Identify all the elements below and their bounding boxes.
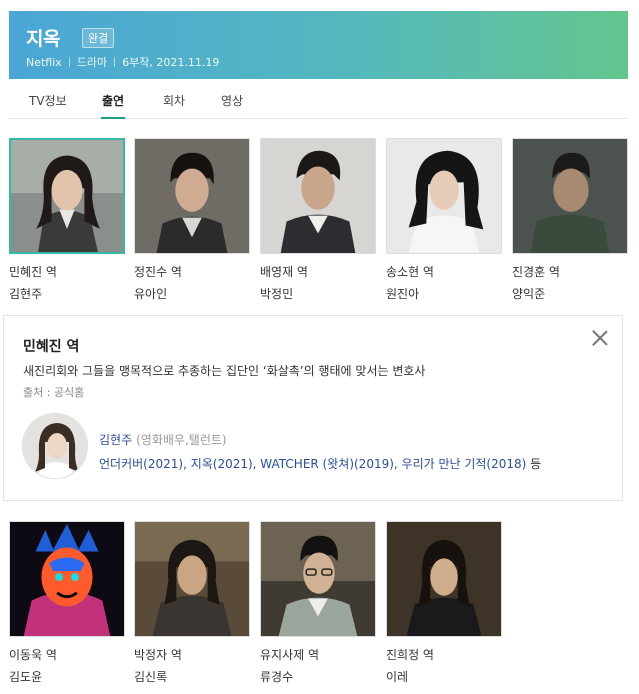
role-name: 송소현 역 (386, 265, 434, 279)
tab-episodes[interactable]: 회차 (163, 92, 185, 109)
actor-name-link[interactable]: 원진아 (386, 285, 502, 302)
cast-detail-panel: 민혜진 역 새진리회와 그들을 맹목적으로 추종하는 집단인 ‘화살촉’의 행태… (3, 315, 623, 501)
actor-name-link[interactable]: 박정민 (260, 285, 376, 302)
actor-name-link[interactable]: 김현주 (9, 285, 125, 302)
actor-info: 김현주 (영화배우,탤런트) (99, 431, 227, 448)
description-source: 출처 : 공식홈 (23, 386, 85, 399)
actor-name-link[interactable]: 유아인 (134, 285, 250, 302)
role-name: 진경훈 역 (512, 265, 560, 279)
filmography-suffix: 등 (530, 457, 542, 471)
tab-bar: TV정보 출연 회차 영상 (9, 79, 628, 119)
tab-tv-info[interactable]: TV정보 (29, 92, 67, 109)
cast-card[interactable]: 민혜진 역 김현주 (9, 138, 125, 302)
actor-name-link[interactable]: 김현주 (99, 433, 132, 447)
program-meta: Netflix 드라마 6부작, 2021.11.19 (26, 54, 219, 70)
cast-card[interactable]: 유지사제 역 류경수 (260, 521, 376, 685)
role-name: 이동욱 역 (9, 648, 57, 662)
meta-network: Netflix (26, 55, 62, 69)
actor-name-link[interactable]: 김신록 (134, 668, 250, 685)
actor-name-link[interactable]: 김도윤 (9, 668, 125, 685)
cast-card[interactable]: 송소현 역 원진아 (386, 138, 502, 302)
actor-photo[interactable] (9, 138, 125, 254)
meta-episodes-date: 6부작, 2021.11.19 (122, 56, 220, 69)
role-name: 민혜진 역 (9, 265, 57, 279)
cast-card[interactable]: 진경훈 역 양익준 (512, 138, 628, 302)
role-name: 진희정 역 (386, 648, 434, 662)
meta-genre: 드라마 (76, 56, 108, 69)
role-name: 박정자 역 (134, 648, 182, 662)
program-header: 지옥 완결 Netflix 드라마 6부작, 2021.11.19 (9, 11, 628, 79)
actor-photo[interactable] (134, 138, 250, 254)
tab-videos[interactable]: 영상 (221, 92, 243, 109)
avatar[interactable] (22, 413, 88, 479)
cast-card[interactable]: 배영재 역 박정민 (260, 138, 376, 302)
cast-card[interactable]: 진희정 역 이레 (386, 521, 502, 685)
actor-photo[interactable] (512, 138, 628, 254)
actor-photo[interactable] (9, 521, 125, 637)
filmography-links[interactable]: 언더커버(2021), 지옥(2021), WATCHER (왓쳐)(2019)… (99, 457, 526, 471)
meta-divider (68, 57, 70, 67)
actor-photo[interactable] (386, 138, 502, 254)
role-name: 유지사제 역 (260, 648, 320, 662)
actor-name-link[interactable]: 이레 (386, 668, 502, 685)
actor-name-link[interactable]: 양익준 (512, 285, 628, 302)
close-icon[interactable] (592, 330, 608, 346)
cast-card[interactable]: 정진수 역 유아인 (134, 138, 250, 302)
status-badge: 완결 (82, 28, 115, 48)
actor-photo[interactable] (134, 521, 250, 637)
program-title[interactable]: 지옥 (26, 24, 60, 51)
cast-card[interactable]: 박정자 역 김신록 (134, 521, 250, 685)
actor-job: (영화배우,탤런트) (136, 433, 227, 447)
actor-photo[interactable] (386, 521, 502, 637)
filmography: 언더커버(2021), 지옥(2021), WATCHER (왓쳐)(2019)… (99, 455, 541, 472)
role-description: 새진리회와 그들을 맹목적으로 추종하는 집단인 ‘화살촉’의 행태에 맞서는 … (23, 364, 426, 378)
actor-photo[interactable] (260, 138, 376, 254)
role-name: 정진수 역 (134, 265, 182, 279)
detail-role-title: 민혜진 역 (23, 339, 80, 355)
meta-divider (114, 57, 116, 67)
role-name: 배영재 역 (260, 265, 308, 279)
actor-photo[interactable] (260, 521, 376, 637)
tab-cast[interactable]: 출연 (100, 92, 126, 119)
cast-card[interactable]: 이동욱 역 김도윤 (9, 521, 125, 685)
actor-name-link[interactable]: 류경수 (260, 668, 376, 685)
